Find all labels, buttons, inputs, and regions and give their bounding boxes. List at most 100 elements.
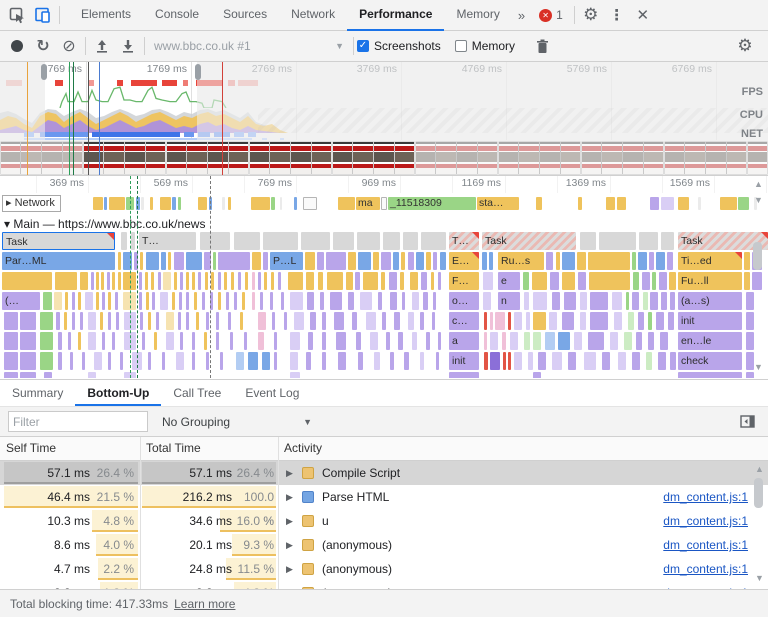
flame-block[interactable] (421, 272, 427, 290)
flame-block[interactable] (420, 312, 424, 330)
flame-block[interactable] (213, 252, 216, 270)
flame-block[interactable]: P…L (270, 252, 303, 270)
source-link[interactable]: dm_content.js:1 (663, 557, 748, 581)
flame-block[interactable] (449, 372, 479, 378)
flame-block[interactable] (44, 372, 52, 378)
flame-block[interactable] (264, 272, 267, 290)
flame-block[interactable] (489, 252, 493, 270)
flame-block[interactable] (523, 272, 529, 290)
flame-block[interactable] (352, 312, 357, 330)
flame-block[interactable] (590, 312, 608, 330)
scroll-down-icon[interactable]: ▼ (754, 362, 763, 372)
flame-block[interactable] (639, 232, 658, 250)
flame-block[interactable] (80, 312, 83, 330)
flame-block[interactable] (658, 352, 666, 370)
flame-block[interactable] (218, 272, 221, 290)
flame-block[interactable] (423, 292, 428, 310)
flame-block[interactable] (552, 292, 560, 310)
flame-block[interactable] (656, 312, 664, 330)
scroll-down-icon[interactable]: ▼ (754, 195, 763, 205)
filmstrip-thumb[interactable] (706, 142, 726, 174)
flame-block[interactable] (140, 312, 143, 330)
network-request-bar[interactable] (617, 197, 626, 210)
flame-block[interactable] (91, 272, 94, 290)
filmstrip-thumb[interactable] (187, 142, 207, 174)
filmstrip-thumb[interactable] (540, 142, 560, 174)
network-request-bar[interactable] (381, 197, 387, 210)
flame-block[interactable] (670, 352, 676, 370)
flame-block[interactable] (408, 252, 414, 270)
expand-arrow-icon[interactable]: ▶ (286, 588, 293, 589)
table-row[interactable]: 46.4 ms21.5 %216.2 ms100.0 %▶Parse HTMLd… (0, 485, 768, 509)
filmstrip-thumb[interactable] (312, 142, 332, 174)
filmstrip-thumb[interactable] (519, 142, 539, 174)
flame-block[interactable] (556, 252, 560, 270)
flame-block[interactable] (678, 372, 742, 378)
flame-block[interactable] (378, 292, 382, 310)
tab-call-tree[interactable]: Call Tree (161, 380, 233, 406)
flame-block[interactable] (140, 252, 143, 270)
filmstrip-thumb[interactable] (395, 142, 415, 174)
filmstrip-thumb[interactable] (291, 142, 311, 174)
flame-block[interactable]: n (498, 292, 520, 310)
flame-block[interactable] (258, 332, 264, 350)
flame-block[interactable] (412, 292, 419, 310)
clear-recording-icon[interactable]: ⊘ (56, 33, 82, 59)
network-request-bar[interactable] (222, 197, 225, 210)
flame-block[interactable] (326, 252, 346, 270)
flame-block[interactable] (112, 272, 115, 290)
memory-label[interactable]: Memory (472, 39, 515, 53)
flame-block[interactable] (72, 312, 75, 330)
flame-block[interactable] (206, 352, 209, 370)
flame-block[interactable] (218, 292, 221, 310)
flame-block[interactable] (80, 272, 88, 290)
flame-block[interactable] (355, 272, 360, 290)
flame-block[interactable] (659, 272, 667, 290)
flame-block[interactable] (120, 352, 123, 370)
flame-block[interactable] (390, 352, 394, 370)
flame-block[interactable] (115, 292, 118, 310)
flame-block[interactable] (526, 312, 530, 330)
filmstrip-thumb[interactable] (561, 142, 581, 174)
scroll-up-icon[interactable]: ▲ (754, 179, 763, 189)
network-request-bar[interactable] (606, 197, 615, 210)
flame-block[interactable] (252, 272, 255, 290)
flame-block[interactable] (426, 332, 430, 350)
flame-block[interactable] (652, 272, 656, 290)
flame-block[interactable] (290, 352, 298, 370)
filmstrip-thumb[interactable] (84, 142, 104, 174)
flame-block[interactable] (546, 252, 553, 270)
flame-block[interactable] (242, 292, 245, 310)
flame-block[interactable] (108, 292, 111, 310)
flame-block[interactable] (610, 332, 618, 350)
flame-block[interactable] (642, 272, 650, 290)
flame-block[interactable] (746, 352, 754, 370)
network-request-bar[interactable] (172, 197, 176, 210)
timeline-overview[interactable]: 769 ms1769 ms2769 ms3769 ms4769 ms5769 m… (0, 62, 768, 140)
close-devtools-icon[interactable]: ✕ (630, 2, 656, 28)
flame-block[interactable] (172, 292, 175, 310)
flame-block[interactable] (85, 292, 93, 310)
flame-block[interactable] (284, 312, 287, 330)
flame-block[interactable] (290, 332, 300, 350)
flame-block[interactable]: init (449, 352, 479, 370)
filmstrip-thumb[interactable] (250, 142, 270, 174)
filmstrip-thumb[interactable] (685, 142, 705, 174)
network-request-bar[interactable] (280, 197, 282, 210)
source-link[interactable]: dm_content.js:1 (663, 581, 748, 589)
flame-block[interactable] (178, 312, 181, 330)
flame-block[interactable] (306, 352, 311, 370)
flame-block[interactable] (580, 232, 596, 250)
flame-block[interactable] (638, 252, 647, 270)
flame-block[interactable] (211, 272, 214, 290)
flame-block[interactable] (389, 272, 397, 290)
flame-block[interactable] (40, 312, 53, 330)
flame-block[interactable] (194, 292, 197, 310)
flame-block[interactable] (538, 352, 546, 370)
flame-block[interactable] (82, 352, 85, 370)
flame-scrollbar-thumb[interactable] (753, 242, 762, 270)
flame-block[interactable] (101, 272, 104, 290)
flame-block[interactable] (495, 312, 505, 330)
inspect-element-icon[interactable] (4, 2, 30, 28)
network-request-bar[interactable] (720, 197, 737, 210)
